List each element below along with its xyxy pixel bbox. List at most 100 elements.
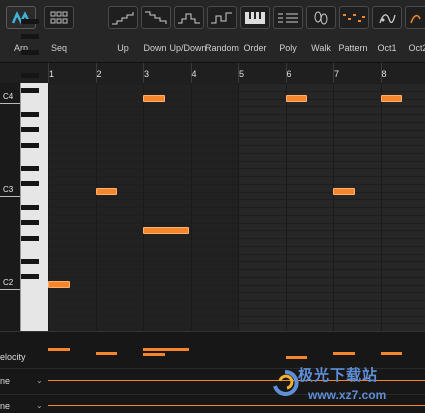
ruler-bar-number: 1 xyxy=(49,69,55,79)
black-key[interactable] xyxy=(21,142,39,148)
walk-button[interactable] xyxy=(306,6,336,29)
octave-label-c2: C2 xyxy=(3,278,14,287)
note-block-g2-1[interactable] xyxy=(143,226,189,234)
grid-row-line xyxy=(48,153,425,154)
velocity-bar[interactable] xyxy=(95,352,118,355)
velocity-lane-label: elocity xyxy=(0,352,26,362)
grid-row-line xyxy=(48,223,425,224)
label-poly: Poly xyxy=(279,43,297,53)
grid-row-line xyxy=(48,130,425,131)
octave-marker-c2 xyxy=(0,289,20,290)
poly-button[interactable] xyxy=(273,6,303,29)
lane3-label: ne xyxy=(0,401,11,411)
black-key[interactable] xyxy=(21,49,39,55)
order-button[interactable] xyxy=(240,6,270,29)
note-grid[interactable] xyxy=(48,83,425,331)
watermark-text: 极光下载站 xyxy=(298,367,379,384)
grid-bar-line xyxy=(381,83,382,331)
grid-row-line xyxy=(48,137,425,138)
grid-row-line xyxy=(48,230,425,231)
black-key[interactable] xyxy=(21,165,39,171)
grid-row-line xyxy=(48,83,425,84)
label-seq: Seq xyxy=(50,43,68,53)
black-key[interactable] xyxy=(21,235,39,241)
ruler-bar-number: 7 xyxy=(334,69,340,79)
label-order: Order xyxy=(243,43,267,53)
black-key[interactable] xyxy=(21,88,39,94)
black-key[interactable] xyxy=(21,127,39,132)
label-updown: Up/Down xyxy=(169,43,207,53)
black-key[interactable] xyxy=(21,72,39,78)
grid-row-line xyxy=(48,277,425,278)
grid-bar-line xyxy=(238,83,239,331)
piano-keyboard[interactable] xyxy=(20,18,48,331)
note-block-c4-4[interactable] xyxy=(285,95,308,102)
note-block-c4-6[interactable] xyxy=(380,95,403,102)
grid-row-line xyxy=(48,122,425,123)
toolbar: Arp Seq Up Down Up/Down Random Order Pol… xyxy=(0,0,425,63)
ruler-bar-number: 6 xyxy=(286,69,292,79)
note-block-c2-0[interactable] xyxy=(48,281,70,288)
ruler-bar-number: 3 xyxy=(144,69,150,79)
black-key[interactable] xyxy=(21,204,39,210)
seq-button[interactable] xyxy=(44,6,74,29)
grid-row-line xyxy=(48,91,425,92)
octave2-button[interactable] xyxy=(405,6,425,29)
chevron-down-icon[interactable]: ⌄ xyxy=(36,401,43,410)
black-key[interactable] xyxy=(21,181,39,187)
grid-row-line xyxy=(48,285,425,286)
piano-keyboard-column: C4 C3 C2 xyxy=(0,18,48,331)
grid-row-line xyxy=(48,199,425,200)
velocity-bar[interactable] xyxy=(143,348,189,351)
pattern-button[interactable] xyxy=(339,6,369,29)
order-keyboard-icon xyxy=(245,11,265,24)
grid-row-line xyxy=(48,215,425,216)
note-block-c4-3[interactable] xyxy=(143,95,165,102)
timeline-ruler[interactable]: 1 2 3 4 5 6 7 8 xyxy=(0,63,425,83)
label-oct1: Oct1 xyxy=(377,43,397,53)
black-key[interactable] xyxy=(21,258,39,264)
ruler-bar-number: 8 xyxy=(381,69,387,79)
label-down: Down xyxy=(143,43,167,53)
octave-marker-c4 xyxy=(0,103,20,104)
black-key[interactable] xyxy=(21,111,39,117)
grid-row-line xyxy=(48,246,425,247)
arp-button[interactable] xyxy=(6,6,36,29)
label-random: Random xyxy=(204,43,240,53)
black-key[interactable] xyxy=(21,18,39,24)
velocity-bar[interactable] xyxy=(333,352,355,355)
velocity-bar[interactable] xyxy=(48,348,70,351)
velocity-bar[interactable] xyxy=(380,352,403,355)
grid-row-line xyxy=(48,106,425,107)
grid-row-line xyxy=(48,184,425,185)
velocity-bar[interactable] xyxy=(285,356,308,359)
black-key[interactable] xyxy=(21,34,39,39)
up-button[interactable] xyxy=(108,6,138,29)
black-key[interactable] xyxy=(21,220,39,225)
velocity-bar[interactable] xyxy=(143,353,165,356)
random-button[interactable] xyxy=(207,6,237,29)
grid-bar-line xyxy=(286,83,287,331)
watermark-logo: 极光下载站 www.xz7.com xyxy=(268,362,425,413)
grid-row-line xyxy=(48,308,425,309)
note-block-c3-2[interactable] xyxy=(95,188,118,195)
chevron-down-icon[interactable]: ⌄ xyxy=(36,376,43,385)
updown-steps-icon xyxy=(178,13,200,23)
grid-row-line xyxy=(48,300,425,301)
octave1-button[interactable] xyxy=(372,6,402,29)
black-key[interactable] xyxy=(21,274,39,280)
poly-lines-icon xyxy=(278,13,298,22)
grid-row-line xyxy=(48,114,425,115)
seq-grid-icon xyxy=(50,11,68,23)
grid-row-line xyxy=(48,176,425,177)
up-steps-icon xyxy=(112,11,134,24)
grid-row-line xyxy=(48,316,425,317)
grid-bar-line xyxy=(96,83,97,331)
updown-button[interactable] xyxy=(174,6,204,29)
note-block-c3-5[interactable] xyxy=(333,188,355,195)
label-up: Up xyxy=(117,43,129,53)
ruler-bar-number: 5 xyxy=(239,69,245,79)
random-steps-icon xyxy=(211,12,232,23)
ruler-bar-number: 2 xyxy=(96,69,102,79)
down-button[interactable] xyxy=(141,6,171,29)
